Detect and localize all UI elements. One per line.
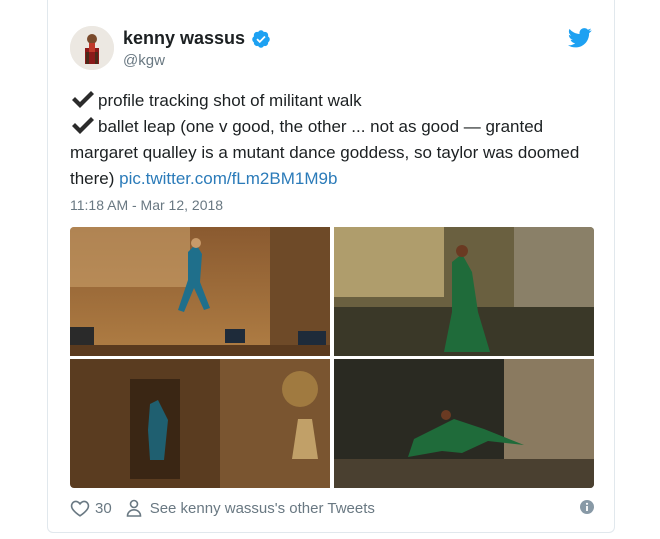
tweet-card: kenny wassus @kgw profile tracking shot … <box>47 0 615 533</box>
twitter-bird-icon[interactable] <box>568 28 592 48</box>
pic-link[interactable]: pic.twitter.com/fLm2BM1M9b <box>119 169 337 188</box>
media-photo-4[interactable] <box>334 359 594 488</box>
author-name-row[interactable]: kenny wassus <box>123 28 271 49</box>
tweet-footer: 30 See kenny wassus's other Tweets <box>70 499 594 517</box>
media-photo-2[interactable] <box>334 227 594 356</box>
media-grid <box>70 227 594 488</box>
person-icon <box>126 499 141 517</box>
tweet-text: profile tracking shot of militant walk b… <box>70 88 600 192</box>
info-icon[interactable] <box>580 500 594 514</box>
verified-badge-icon <box>252 29 270 48</box>
like-count[interactable]: 30 <box>95 500 112 517</box>
check-mark-icon <box>72 117 94 134</box>
media-photo-3[interactable] <box>70 359 330 488</box>
see-other-tweets-link[interactable]: See kenny wassus's other Tweets <box>150 500 375 517</box>
author-display-name[interactable]: kenny wassus <box>123 28 245 49</box>
check-mark-icon <box>72 91 94 108</box>
avatar[interactable] <box>70 26 114 70</box>
author-handle[interactable]: @kgw <box>123 52 165 69</box>
tweet-line-1: profile tracking shot of militant walk <box>70 88 600 114</box>
tweet-timestamp[interactable]: 11:18 AM - Mar 12, 2018 <box>70 197 223 213</box>
media-photo-1[interactable] <box>70 227 330 356</box>
tweet-line-1-text: profile tracking shot of militant walk <box>98 91 362 110</box>
heart-icon[interactable] <box>70 499 90 517</box>
tweet-line-2: ballet leap (one v good, the other ... n… <box>70 114 600 192</box>
